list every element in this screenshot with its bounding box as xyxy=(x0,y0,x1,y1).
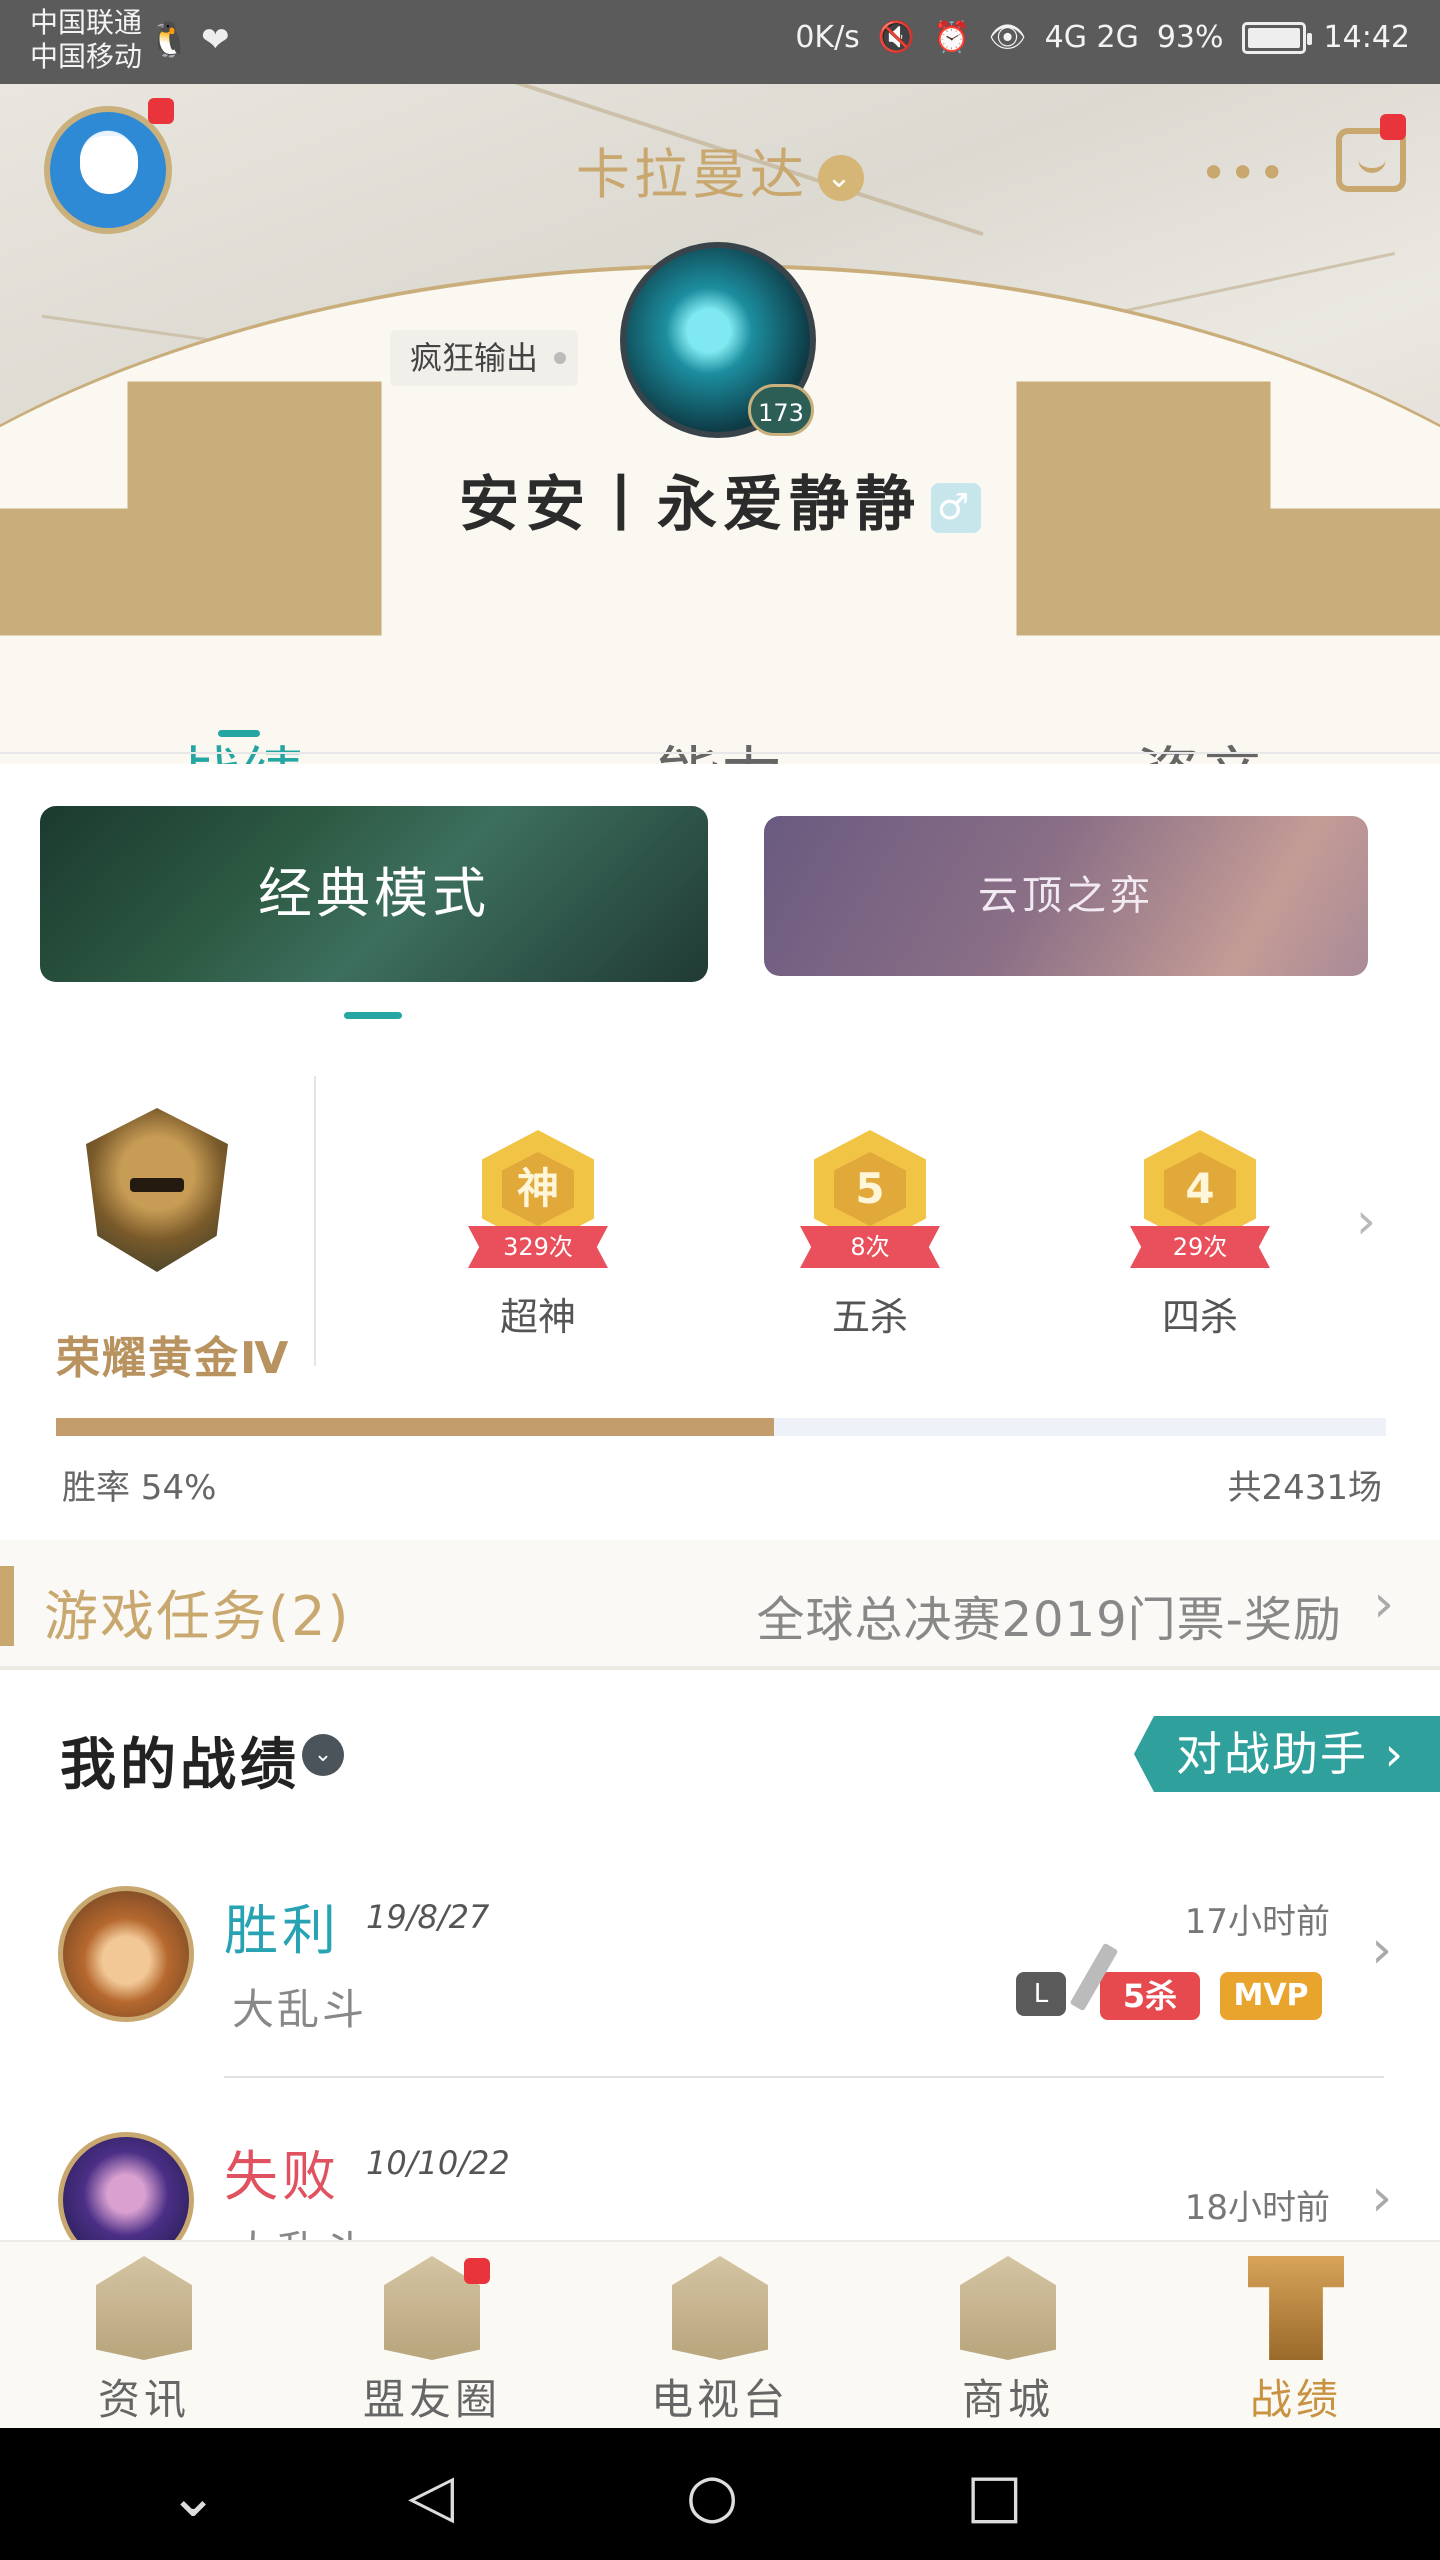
male-gender-icon: ♂ xyxy=(931,483,981,534)
match-time-ago: 18小时前 xyxy=(1184,2188,1330,2228)
chevron-right-icon[interactable]: › xyxy=(1371,1920,1392,1980)
chevron-right-icon[interactable]: › xyxy=(1356,1192,1376,1250)
tab-assets[interactable]: 资产 xyxy=(960,644,1440,764)
store-icon xyxy=(960,2256,1056,2360)
match-time-ago: 17小时前 xyxy=(1184,1902,1330,1942)
clock: 14:42 xyxy=(1323,20,1410,55)
mute-icon: 🔇 xyxy=(877,20,916,55)
mvp-tag: MVP xyxy=(1220,1972,1322,2020)
profile-header: 卡拉曼达⌄ ••• 疯狂输出 173 安安丨永爱静静♂ 战绩 能力 资产 xyxy=(0,84,1440,764)
tab-records[interactable]: 战绩 xyxy=(0,644,480,764)
champion-avatar xyxy=(58,2132,194,2240)
carrier-1: 中国联通 xyxy=(30,6,143,39)
badge-quadra-kill[interactable]: 4 29次 xyxy=(1130,1122,1270,1292)
nav-item-records[interactable]: 战绩 xyxy=(1152,2242,1440,2430)
notification-icons: 🐧 ❤ xyxy=(148,20,230,60)
task-title: 游戏任务(2) xyxy=(44,1585,351,1648)
status-right: 0K/s 🔇 ⏰ 👁 4G 2G 93% 14:42 xyxy=(795,20,1410,55)
nav-label: 电视台 xyxy=(650,2375,789,2424)
divider xyxy=(224,2076,1384,2078)
chevron-down-icon: ⌄ xyxy=(818,155,864,202)
signal-icon: 4G 2G xyxy=(1044,20,1139,55)
tv-icon xyxy=(672,2256,768,2360)
match-result: 胜利 xyxy=(224,1899,340,1962)
match-row[interactable]: 失败 10/10/22 大乱斗 18小时前 › xyxy=(0,2124,1440,2240)
home-icon[interactable]: ○ xyxy=(686,2466,738,2526)
player-level-badge: 173 xyxy=(748,384,814,436)
chevron-right-icon[interactable]: › xyxy=(1373,1574,1394,1634)
chat-notification-dot xyxy=(1380,114,1406,140)
player-title-tag[interactable]: 疯狂输出 xyxy=(390,330,579,386)
match-mode: 大乱斗 xyxy=(232,2218,367,2240)
records-title: 我的战绩 xyxy=(60,1733,300,1798)
avatar-notification-dot xyxy=(148,98,174,124)
task-accent-bar xyxy=(0,1566,14,1646)
collapse-icon[interactable]: ⌄ xyxy=(168,2466,218,2526)
back-icon[interactable]: ◁ xyxy=(408,2466,454,2526)
active-mode-indicator xyxy=(344,1012,402,1019)
bottom-nav: 资讯 盟友圈 电视台 商城 战绩 xyxy=(0,2240,1440,2428)
badge-count: 8次 xyxy=(800,1226,940,1268)
profile-tabs: 战绩 能力 资产 xyxy=(0,644,1440,764)
mode-card-tft[interactable]: 云顶之弈 xyxy=(764,816,1368,976)
notification-dot xyxy=(464,2258,490,2284)
video-replay-icon[interactable]: L xyxy=(1016,1972,1066,2016)
match-date: 19/8/27 xyxy=(366,1898,490,1936)
total-matches-label: 共2431场 xyxy=(1227,1468,1382,1508)
network-speed: 0K/s xyxy=(795,20,860,55)
alarm-icon: ⏰ xyxy=(933,20,971,55)
battle-assistant-button[interactable]: 对战助手 › xyxy=(1134,1716,1440,1792)
champion-avatar xyxy=(58,1886,194,2022)
tab-ability[interactable]: 能力 xyxy=(480,644,960,764)
server-name: 卡拉曼达 xyxy=(576,143,808,206)
badge-legendary[interactable]: 神 329次 xyxy=(468,1122,608,1292)
badge-name: 五杀 xyxy=(831,1295,908,1339)
badge-count: 329次 xyxy=(468,1226,608,1268)
eye-icon: 👁 xyxy=(988,20,1027,55)
chevron-right-icon[interactable]: › xyxy=(1371,2168,1392,2228)
nav-item-tv[interactable]: 电视台 xyxy=(576,2242,864,2430)
carrier-info: 中国联通 中国移动 xyxy=(30,6,142,74)
win-rate-bar xyxy=(56,1418,1386,1436)
player-nickname: 安安丨永爱静静 ♂ xyxy=(0,456,1440,543)
nav-item-news[interactable]: 资讯 xyxy=(0,2242,288,2430)
carrier-2: 中国移动 xyxy=(30,40,143,73)
divider xyxy=(314,1076,316,1366)
win-rate-label: 胜率 54% xyxy=(62,1468,217,1508)
nav-label: 商城 xyxy=(961,2375,1054,2424)
mode-card-classic[interactable]: 经典模式 xyxy=(40,806,708,982)
badge-count: 29次 xyxy=(1130,1226,1270,1268)
recents-icon[interactable]: □ xyxy=(966,2466,1023,2526)
nav-item-store[interactable]: 商城 xyxy=(864,2242,1152,2430)
chevron-down-icon[interactable]: ⌄ xyxy=(302,1734,344,1776)
divider xyxy=(0,752,1440,754)
match-date: 10/10/22 xyxy=(366,2144,510,2182)
badge-penta-kill[interactable]: 5 8次 xyxy=(800,1122,940,1292)
match-row[interactable]: 胜利 19/8/27 大乱斗 17小时前 L 5杀 MVP › xyxy=(0,1880,1440,2120)
nav-label: 资讯 xyxy=(97,2375,190,2424)
win-rate-fill xyxy=(56,1418,775,1436)
system-nav-bar: ⌄ ◁ ○ □ xyxy=(0,2428,1440,2560)
rank-emblem-icon xyxy=(86,1108,228,1272)
kill-tag: 5杀 xyxy=(1100,1972,1200,2020)
badge-name: 超神 xyxy=(499,1295,576,1339)
match-result: 失败 xyxy=(224,2145,340,2208)
battery-icon xyxy=(1241,21,1312,54)
active-tab-indicator xyxy=(218,730,260,737)
news-icon xyxy=(96,2256,192,2360)
status-bar: 中国联通 中国移动 🐧 ❤ 0K/s 🔇 ⏰ 👁 4G 2G 93% 14:42 xyxy=(0,0,1440,84)
nav-item-friends[interactable]: 盟友圈 xyxy=(288,2242,576,2430)
more-icon[interactable]: ••• xyxy=(1200,146,1287,200)
task-reward[interactable]: 全球总决赛2019门票-奖励 xyxy=(757,1580,1342,1650)
nickname-text: 安安丨永爱静静 xyxy=(459,470,921,540)
match-mode: 大乱斗 xyxy=(232,1985,368,2034)
badge-name: 四杀 xyxy=(1161,1295,1238,1339)
battery-percent: 93% xyxy=(1156,20,1224,55)
records-icon xyxy=(1248,2256,1344,2360)
nav-label: 战绩 xyxy=(1249,2375,1342,2424)
rank-label: 荣耀黄金Ⅳ xyxy=(56,1333,291,1384)
nav-label: 盟友圈 xyxy=(362,2375,501,2424)
